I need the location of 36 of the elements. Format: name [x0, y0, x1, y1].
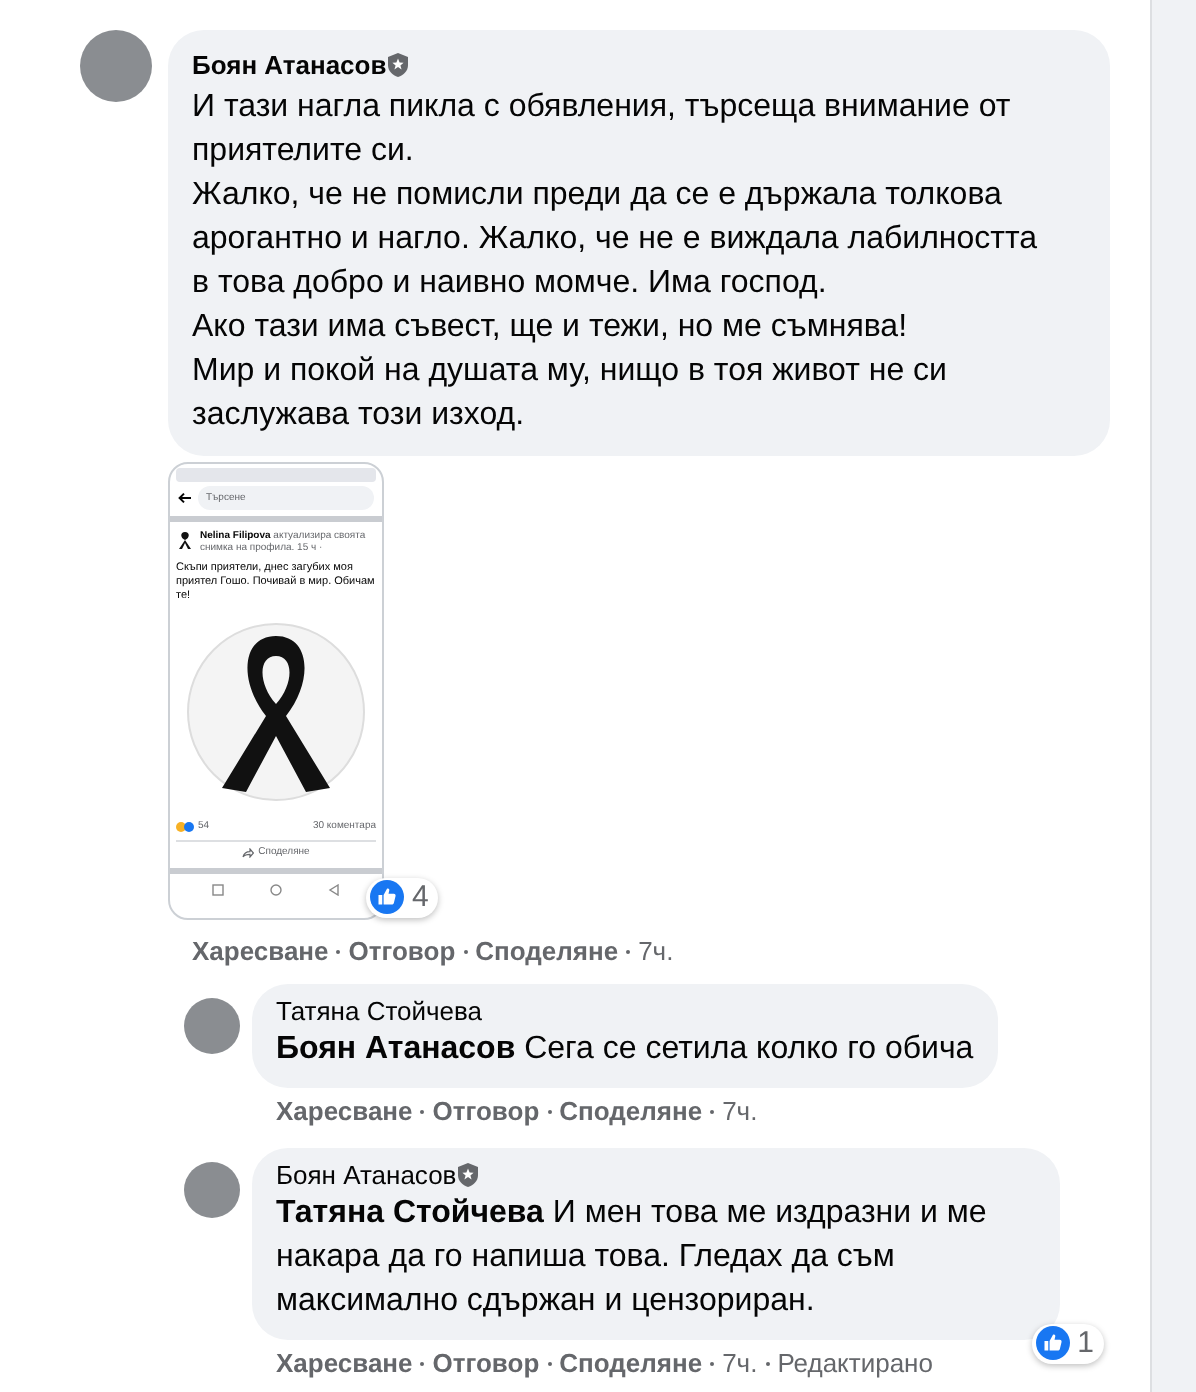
- reaction-icons: [176, 821, 196, 832]
- action-link[interactable]: Харесване: [192, 935, 329, 967]
- thumbs-up-icon: [1035, 1326, 1070, 1360]
- triangle-nav-icon[interactable]: [327, 883, 340, 895]
- action-link[interactable]: Споделяне: [559, 1095, 703, 1127]
- action-link[interactable]: Харесване: [276, 1347, 413, 1379]
- thumbs-up-icon: [370, 880, 404, 914]
- author-name[interactable]: Боян Атанасов: [276, 1159, 457, 1191]
- circle-nav-icon[interactable]: [269, 883, 282, 895]
- comment-text: И тази нагла пикла с обявления, търсеща внимание от приятелите си.: [192, 87, 1013, 171]
- share-icon: [242, 848, 255, 859]
- author-name[interactable]: Татяна Стойчева: [276, 995, 482, 1027]
- action-link[interactable]: Отговор: [348, 935, 456, 967]
- action-link[interactable]: Споделяне: [559, 1347, 703, 1379]
- timestamp[interactable]: 7ч.: [722, 1347, 758, 1379]
- reaction-count-badge[interactable]: 1: [1031, 1323, 1104, 1363]
- action-link[interactable]: Споделяне: [475, 935, 619, 967]
- reply-text: Боян Атанасов Сега се сетила колко го обича: [276, 1029, 974, 1069]
- edited-label[interactable]: Редактирано: [777, 1347, 933, 1379]
- avatar[interactable]: [184, 997, 240, 1053]
- action-link[interactable]: Отговор: [432, 1347, 540, 1379]
- action-link[interactable]: Харесване: [276, 1095, 413, 1127]
- avatar[interactable]: [80, 30, 152, 102]
- avatar[interactable]: [184, 1161, 240, 1217]
- reaction-count-badge[interactable]: 4: [366, 877, 439, 917]
- comment-text: Жалко, че не помисли преди да се е държала толкова арогантно и нагло. Жалко, че не е виждала лабилността в това добро и наивно момче. Има господ.: [192, 175, 1040, 303]
- comment-text: Ако тази има съвест, ще и тежи, но ме съмнява!: [192, 307, 910, 347]
- comment-text: Мир и покой на душата му, нищо в тоя живот не си заслужава този изход.: [192, 351, 949, 435]
- square-nav-icon[interactable]: [212, 883, 225, 895]
- reply-text: Татяна Стойчева И мен това ме издразни и ме накара да го напиша това. Гледах да съм максимално сдържан и цензориран.: [276, 1193, 989, 1321]
- author-name[interactable]: Боян Атанасов: [192, 46, 387, 85]
- ribbon-icon: [176, 529, 194, 549]
- back-arrow-icon[interactable]: [178, 491, 192, 503]
- timestamp[interactable]: 7ч.: [722, 1095, 758, 1127]
- action-link[interactable]: Отговор: [432, 1095, 540, 1127]
- timestamp[interactable]: 7ч.: [638, 935, 674, 967]
